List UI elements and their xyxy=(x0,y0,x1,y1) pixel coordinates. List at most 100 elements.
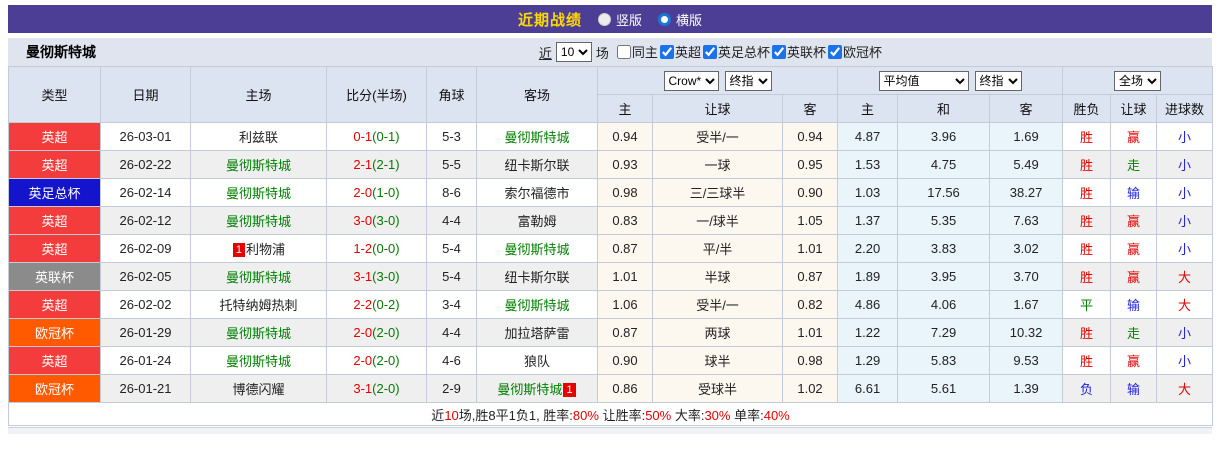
radio-vertical-icon[interactable] xyxy=(597,12,611,26)
league-filter-0[interactable]: 英超 xyxy=(658,42,701,61)
corners: 8-6 xyxy=(426,178,477,207)
home-team[interactable]: 托特纳姆热刺 xyxy=(190,290,327,319)
odds-provider-select[interactable]: Crow* xyxy=(663,70,719,91)
average-time-select[interactable]: 终指 xyxy=(974,70,1022,91)
home-team[interactable]: 利兹联 xyxy=(190,122,327,151)
avg-odds-cell: 5.83 xyxy=(897,346,991,375)
match-date: 26-01-24 xyxy=(100,346,191,375)
corners: 5-4 xyxy=(426,262,477,291)
league-filter-2[interactable]: 英联杯 xyxy=(770,42,826,61)
same-home[interactable]: 同主 xyxy=(615,42,658,61)
home-team[interactable]: 1 利物浦 xyxy=(190,234,327,263)
fulltime-score: 2-0 xyxy=(353,325,373,340)
handicap-odds-cell: 0.98 xyxy=(781,346,839,375)
match-rows: 英超 26-03-01 利兹联 0-1(0-1) 5-3 曼彻斯特城 0.94 受半/一 0.9… xyxy=(8,122,1214,403)
view-option-horizontal[interactable]: 横版 xyxy=(658,10,702,29)
league-filter-2-checkbox[interactable] xyxy=(771,44,786,59)
away-team[interactable]: 纽卡斯尔联 xyxy=(476,150,598,179)
away-team[interactable]: 曼彻斯特城 1 xyxy=(476,374,598,403)
avg-odds-cell: 1.39 xyxy=(989,374,1064,403)
away-team[interactable]: 曼彻斯特城 xyxy=(476,234,598,263)
league-type-badge: 英联杯 xyxy=(8,262,101,291)
corners: 5-5 xyxy=(426,150,477,179)
handicap-odds-cell: 0.82 xyxy=(781,290,839,319)
league-filter-1-checkbox[interactable] xyxy=(702,44,717,59)
result-cell: 平 xyxy=(1062,290,1112,319)
handicap-odds-cell: 半球 xyxy=(652,262,783,291)
home-team[interactable]: 曼彻斯特城 xyxy=(190,150,327,179)
recent-results-panel: 近期战绩 竖版 横版 曼彻斯特城 近 10 场 同主 英超 英足总杯 英联杯 欧冠杯 xyxy=(7,5,1214,434)
average-odds-select[interactable]: 平均值 xyxy=(878,70,969,91)
league-filter-2-label: 英联杯 xyxy=(786,45,826,61)
match-date: 26-01-29 xyxy=(100,318,191,347)
score: 1-2(0-0) xyxy=(326,234,427,263)
home-team[interactable]: 曼彻斯特城 xyxy=(190,346,327,375)
league-filter-1-label: 英足总杯 xyxy=(717,45,770,61)
home-team[interactable]: 曼彻斯特城 xyxy=(190,206,327,235)
period-select[interactable]: 全场 xyxy=(1114,70,1162,91)
away-team[interactable]: 索尔福德市 xyxy=(476,178,598,207)
header-group-row: 类型 日期 主场 比分(半场) 角球 客场 Crow* 终指 平均值 终指 全场 xyxy=(8,66,1214,123)
col-header-type: 类型 xyxy=(8,66,101,123)
title-bar: 近期战绩 竖版 横版 xyxy=(8,5,1212,33)
handicap-time-select[interactable]: 终指 xyxy=(724,70,772,91)
handicap-odds-cell: 受半/一 xyxy=(652,122,783,151)
home-team[interactable]: 博德闪耀 xyxy=(190,374,327,403)
avg-odds-cell: 1.53 xyxy=(837,150,899,179)
league-filter-3-checkbox[interactable] xyxy=(827,44,842,59)
league-filter-1[interactable]: 英足总杯 xyxy=(701,42,770,61)
table-row: 英超 26-02-22 曼彻斯特城 2-1(2-1) 5-5 纽卡斯尔联 0.93 一球 0.9… xyxy=(8,150,1214,179)
summary-part: 50% xyxy=(645,407,672,423)
home-team[interactable]: 曼彻斯特城 xyxy=(190,262,327,291)
summary-part: 单率: xyxy=(730,407,764,423)
summary-row: 近10场,胜8平1负1, 胜率:80% 让胜率:50% 大率:30% 单率:40… xyxy=(7,402,1214,426)
radio-horizontal-icon[interactable] xyxy=(658,12,671,26)
result-cell: 输 xyxy=(1110,290,1158,319)
handicap-odds-cell: 1.01 xyxy=(781,234,839,263)
home-team[interactable]: 曼彻斯特城 xyxy=(190,318,327,347)
result-cell: 输 xyxy=(1110,178,1158,207)
handicap-odds-cell: 0.94 xyxy=(781,122,839,151)
col-header-corners: 角球 xyxy=(426,66,477,123)
result-cell: 赢 xyxy=(1110,234,1158,263)
recent-count-select[interactable]: 10 xyxy=(555,42,592,62)
home-team[interactable]: 曼彻斯特城 xyxy=(190,178,327,207)
avg-odds-cell: 3.02 xyxy=(989,234,1064,263)
match-date: 26-02-09 xyxy=(100,234,191,263)
handicap-odds-cell: 0.83 xyxy=(597,206,653,235)
halftime-score: (0-1) xyxy=(372,129,400,144)
handicap-odds-cell: 0.98 xyxy=(597,178,653,207)
avg-odds-cell: 5.49 xyxy=(989,150,1064,179)
handicap-odds-cell: 一球 xyxy=(652,150,783,179)
league-filter-3[interactable]: 欧冠杯 xyxy=(826,42,882,61)
handicap-odds-cell: 0.87 xyxy=(781,262,839,291)
match-date: 26-02-05 xyxy=(100,262,191,291)
same-home-checkbox[interactable] xyxy=(616,44,631,59)
handicap-odds-cell: 1.01 xyxy=(597,262,653,291)
summary-part: 10 xyxy=(444,407,459,423)
match-date: 26-01-21 xyxy=(100,374,191,403)
avg-odds-cell: 1.89 xyxy=(837,262,899,291)
handicap-odds-cell: 0.90 xyxy=(781,178,839,207)
handicap-odds-cell: 0.93 xyxy=(597,150,653,179)
avg-odds-cell: 5.61 xyxy=(897,374,991,403)
avg-odds-cell: 1.03 xyxy=(837,178,899,207)
away-team[interactable]: 富勒姆 xyxy=(476,206,598,235)
match-date: 26-03-01 xyxy=(100,122,191,151)
away-team[interactable]: 纽卡斯尔联 xyxy=(476,262,598,291)
col-header-handicap-result: 让球 xyxy=(1110,94,1158,123)
score: 3-1(2-0) xyxy=(326,374,427,403)
halftime-score: (1-0) xyxy=(372,185,400,200)
away-team[interactable]: 曼彻斯特城 xyxy=(476,290,598,319)
away-team[interactable]: 曼彻斯特城 xyxy=(476,122,598,151)
league-type-badge: 英超 xyxy=(8,290,101,319)
summary-text: 近10场,胜8平1负1, 胜率:80% 让胜率:50% 大率:30% 单率:40… xyxy=(7,402,1214,426)
league-type-badge: 欧冠杯 xyxy=(8,374,101,403)
avg-odds-cell: 1.22 xyxy=(837,318,899,347)
league-filter-0-checkbox[interactable] xyxy=(659,44,674,59)
result-cell: 小 xyxy=(1156,206,1214,235)
summary-part: 80% xyxy=(572,407,599,423)
away-team[interactable]: 狼队 xyxy=(476,346,598,375)
view-option-vertical[interactable]: 竖版 xyxy=(597,10,642,29)
away-team[interactable]: 加拉塔萨雷 xyxy=(476,318,598,347)
